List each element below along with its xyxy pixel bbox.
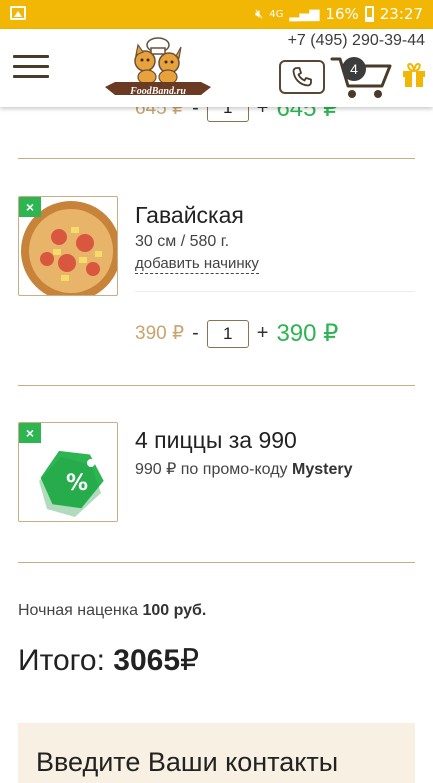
add-topping-link[interactable]: добавить начинку [135, 255, 259, 274]
status-bar-right: 🔇︎ 4G ▂▄▆ 16% 23:27 [255, 5, 423, 23]
cart-count-badge: 4 [342, 57, 366, 81]
status-bar: 🔇︎ 4G ▂▄▆ 16% 23:27 [0, 0, 433, 29]
plus-button[interactable]: + [257, 322, 269, 345]
gift-icon[interactable] [401, 62, 427, 88]
logo-text: FoodBand.ru [130, 86, 186, 97]
close-icon: × [25, 199, 35, 215]
gallery-icon [10, 6, 26, 20]
network-label: 4G [269, 8, 284, 20]
order-total: Итого: 3065₽ [18, 643, 199, 678]
header-phone[interactable]: +7 (495) 290-39-44 [288, 32, 425, 50]
divider [18, 562, 415, 563]
night-fee: Ночная наценка 100 руб. [18, 602, 206, 620]
item-details: 30 см / 580 г. [135, 233, 230, 250]
item-title: Гавайская [135, 202, 244, 228]
mute-icon: 🔇︎ [255, 6, 264, 22]
quantity-input[interactable]: 1 [206, 319, 249, 348]
promo-price-text: 990 ₽ по промо-коду [135, 461, 288, 478]
close-icon: × [25, 425, 35, 441]
divider [18, 158, 415, 159]
contacts-title: Введите Ваши контакты [36, 747, 339, 777]
remove-item-button[interactable]: × [19, 197, 41, 217]
hamburger-icon[interactable] [13, 55, 49, 79]
promo-title: 4 пиццы за 990 [135, 427, 297, 453]
battery-icon [364, 6, 374, 22]
promo-code: Mystery [291, 461, 353, 478]
night-fee-value: 100 руб. [142, 602, 207, 619]
signal-icon: ▂▄▆ [289, 6, 320, 22]
night-fee-label: Ночная наценка [18, 602, 138, 619]
app-header: FoodBand.ru +7 (495) 290-39-44 4 [0, 29, 433, 107]
item-thumbnail[interactable]: × [18, 196, 118, 296]
battery-percent: 16% [325, 5, 359, 23]
item-price-row: 390 ₽ - 1 + 390 ₽ [135, 319, 338, 348]
call-button[interactable] [279, 60, 325, 94]
divider [18, 385, 415, 386]
total-currency: ₽ [180, 644, 200, 677]
phone-icon [292, 67, 312, 87]
clock: 23:27 [379, 5, 423, 23]
item-divider [135, 291, 415, 292]
item-price: 390 ₽ [276, 320, 339, 347]
remove-promo-button[interactable]: × [19, 423, 41, 443]
promo-thumbnail[interactable]: % × [18, 422, 118, 522]
svg-text:%: % [66, 471, 88, 496]
old-price: 390 ₽ [135, 323, 185, 344]
minus-button[interactable]: - [192, 322, 199, 345]
total-label: Итого: [18, 644, 105, 677]
total-value: 3065 [113, 644, 181, 677]
contacts-panel: Введите Ваши контакты [18, 723, 415, 783]
promo-subtitle: 990 ₽ по промо-коду Mystery [135, 459, 352, 479]
